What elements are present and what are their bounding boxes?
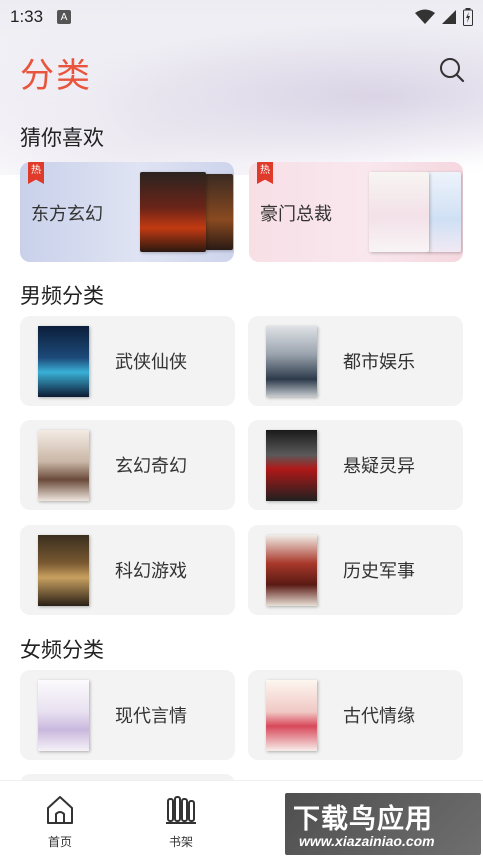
guess-card-label: 东方玄幻: [31, 204, 103, 225]
category-scifi-game[interactable]: 科幻游戏: [20, 525, 235, 615]
category-label: 武侠仙侠: [115, 352, 187, 373]
status-time: 1:33: [10, 7, 44, 26]
book-cover: [266, 680, 317, 751]
category-mystery[interactable]: 悬疑灵异: [248, 420, 463, 510]
category-label: 科幻游戏: [115, 561, 187, 582]
category-label: 都市娱乐: [343, 352, 415, 373]
book-cover: [266, 535, 317, 606]
category-label: 悬疑灵异: [343, 456, 415, 477]
category-label: 历史军事: [343, 561, 415, 582]
section-title-male: 男频分类: [20, 284, 104, 308]
category-history-military[interactable]: 历史军事: [248, 525, 463, 615]
guess-card-ceo-romance[interactable]: 热 豪门总裁: [249, 162, 463, 262]
notification-icon: A: [57, 10, 72, 24]
book-cover: [38, 535, 89, 606]
book-cover: [38, 680, 89, 751]
book-cover: [266, 430, 317, 501]
watermark: 下载鸟应用 www.xiazainiao.com: [285, 793, 481, 855]
book-cover: [369, 172, 429, 252]
bookshelf-icon: [166, 796, 196, 824]
page-title: 分类: [20, 56, 92, 96]
book-cover: [38, 326, 89, 397]
status-bar: 1:33 A: [0, 0, 483, 34]
wifi-icon: [415, 9, 435, 24]
hot-badge: 热: [28, 162, 44, 184]
signal-icon: [442, 10, 456, 24]
category-modern-romance[interactable]: 现代言情: [20, 670, 235, 760]
watermark-url: www.xiazainiao.com: [299, 833, 435, 849]
section-title-female: 女频分类: [20, 638, 104, 662]
home-icon: [47, 796, 73, 824]
book-cover: [140, 172, 206, 252]
category-label: 古代情缘: [343, 706, 415, 727]
hot-badge: 热: [257, 162, 273, 184]
category-urban[interactable]: 都市娱乐: [248, 316, 463, 406]
book-cover: [427, 172, 461, 252]
tab-label: 书架: [168, 835, 193, 849]
status-icons: [415, 8, 473, 26]
category-ancient-romance[interactable]: 古代情缘: [248, 670, 463, 760]
tab-bookshelf[interactable]: 书架: [141, 793, 221, 850]
category-label: 现代言情: [115, 706, 187, 727]
category-wuxia[interactable]: 武侠仙侠: [20, 316, 235, 406]
guess-card-eastern-fantasy[interactable]: 热 东方玄幻: [20, 162, 234, 262]
battery-icon: [463, 8, 473, 26]
search-icon[interactable]: [438, 56, 466, 84]
header: 分类: [0, 44, 483, 96]
book-cover: [266, 326, 317, 397]
tab-home[interactable]: 首页: [20, 793, 100, 850]
category-label: 玄幻奇幻: [115, 456, 187, 477]
watermark-title: 下载鸟应用: [293, 804, 433, 835]
guess-card-label: 豪门总裁: [260, 204, 332, 225]
section-title-guess: 猜你喜欢: [20, 126, 104, 150]
book-cover: [38, 430, 89, 501]
book-cover: [205, 174, 233, 250]
tab-label: 首页: [47, 835, 72, 849]
category-fantasy[interactable]: 玄幻奇幻: [20, 420, 235, 510]
